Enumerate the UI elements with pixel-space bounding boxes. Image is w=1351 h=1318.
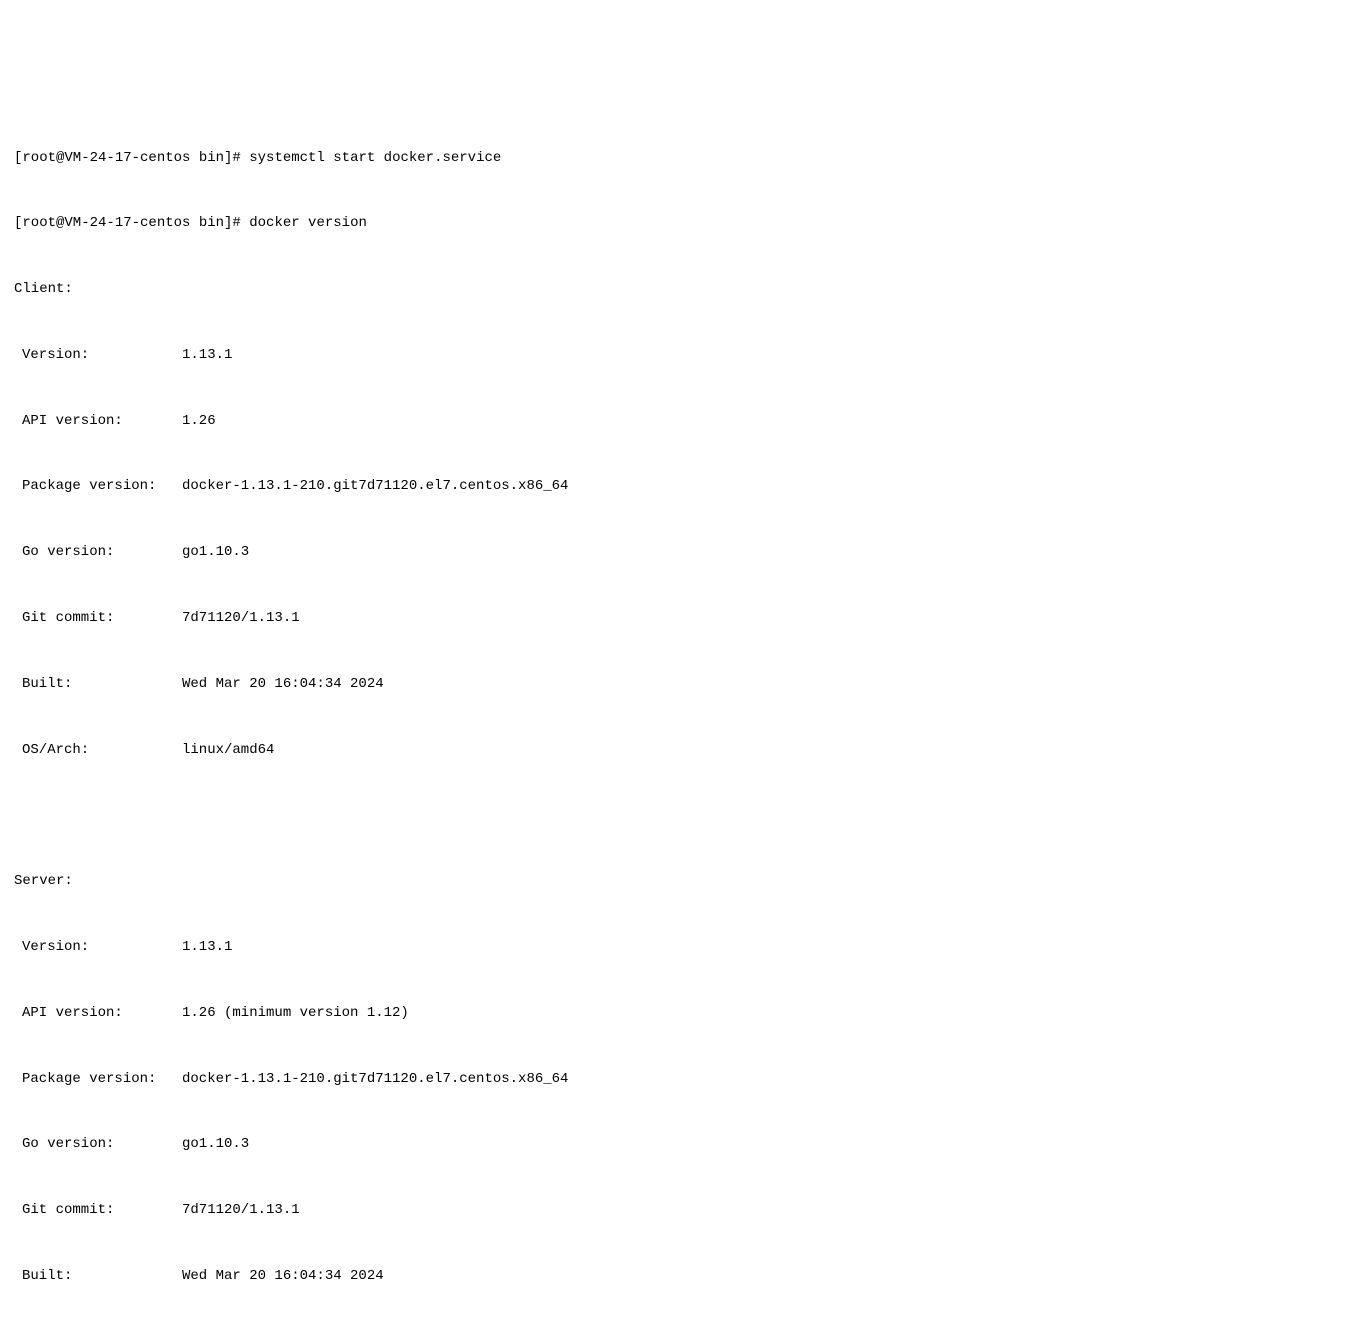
kv-value: 7d71120/1.13.1 [182, 602, 300, 635]
kv-key: Built: [14, 1260, 182, 1293]
client-section-header: Client: [14, 273, 1337, 306]
server-built-row: Built:Wed Mar 20 16:04:34 2024 [14, 1260, 1337, 1293]
kv-value: linux/amd64 [182, 734, 274, 767]
client-os-arch-row: OS/Arch:linux/amd64 [14, 734, 1337, 767]
shell-prompt: [root@VM-24-17-centos bin]# [14, 150, 249, 166]
kv-value: 1.13.1 [182, 931, 232, 964]
server-api-version-row: API version:1.26 (minimum version 1.12) [14, 997, 1337, 1030]
server-version-row: Version:1.13.1 [14, 931, 1337, 964]
kv-key: API version: [14, 405, 182, 438]
shell-command: docker version [249, 215, 367, 231]
kv-value: 7d71120/1.13.1 [182, 1194, 300, 1227]
kv-value: Wed Mar 20 16:04:34 2024 [182, 1260, 384, 1293]
kv-value: go1.10.3 [182, 1128, 249, 1161]
kv-key: API version: [14, 997, 182, 1030]
kv-key: Git commit: [14, 1194, 182, 1227]
kv-value: docker-1.13.1-210.git7d71120.el7.centos.… [182, 1063, 568, 1096]
shell-command: systemctl start docker.service [249, 150, 501, 166]
kv-value: 1.26 (minimum version 1.12) [182, 997, 409, 1030]
server-package-version-row: Package version:docker-1.13.1-210.git7d7… [14, 1063, 1337, 1096]
blank-line [14, 799, 1337, 832]
client-api-version-row: API version:1.26 [14, 405, 1337, 438]
kv-value: 1.26 [182, 405, 216, 438]
kv-value: 1.13.1 [182, 339, 232, 372]
kv-key: Go version: [14, 536, 182, 569]
kv-key: Version: [14, 931, 182, 964]
client-version-row: Version:1.13.1 [14, 339, 1337, 372]
server-go-version-row: Go version:go1.10.3 [14, 1128, 1337, 1161]
client-git-commit-row: Git commit:7d71120/1.13.1 [14, 602, 1337, 635]
terminal-line-cmd2: [root@VM-24-17-centos bin]# docker versi… [14, 207, 1337, 240]
kv-key: Git commit: [14, 602, 182, 635]
kv-key: Package version: [14, 470, 182, 503]
client-go-version-row: Go version:go1.10.3 [14, 536, 1337, 569]
kv-value: go1.10.3 [182, 536, 249, 569]
shell-prompt: [root@VM-24-17-centos bin]# [14, 215, 249, 231]
server-section-header: Server: [14, 865, 1337, 898]
kv-key: OS/Arch: [14, 734, 182, 767]
kv-value: docker-1.13.1-210.git7d71120.el7.centos.… [182, 470, 568, 503]
kv-key: Version: [14, 339, 182, 372]
kv-key: Built: [14, 668, 182, 701]
client-package-version-row: Package version:docker-1.13.1-210.git7d7… [14, 470, 1337, 503]
terminal-line-cmd1: [root@VM-24-17-centos bin]# systemctl st… [14, 142, 1337, 175]
client-built-row: Built:Wed Mar 20 16:04:34 2024 [14, 668, 1337, 701]
kv-key: Go version: [14, 1128, 182, 1161]
kv-value: Wed Mar 20 16:04:34 2024 [182, 668, 384, 701]
server-git-commit-row: Git commit:7d71120/1.13.1 [14, 1194, 1337, 1227]
kv-key: Package version: [14, 1063, 182, 1096]
